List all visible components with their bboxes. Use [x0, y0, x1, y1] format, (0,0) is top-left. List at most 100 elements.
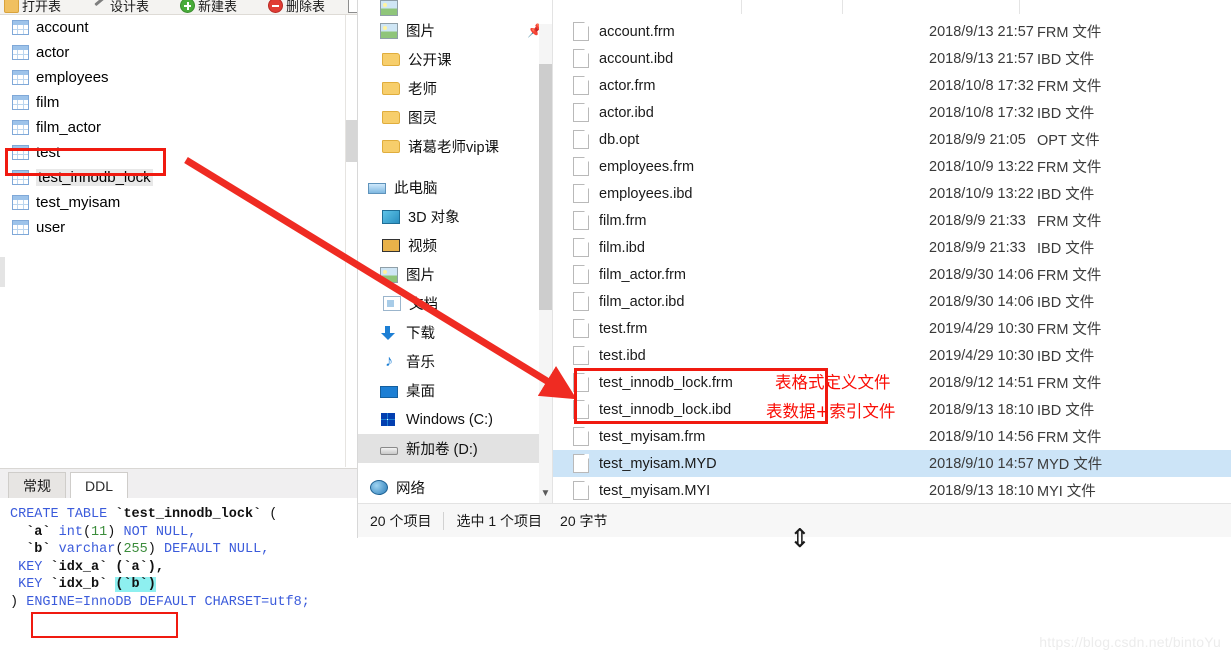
file-list[interactable]: account.frm 2018/9/13 21:57 FRM 文件 accou…: [553, 0, 1231, 503]
nav-item-folder-vipke[interactable]: 诸葛老师vip课: [358, 132, 553, 161]
table-list-item[interactable]: test: [0, 140, 345, 165]
file-name: test_myisam.MYI: [599, 482, 711, 499]
nav-item-label: 图灵: [408, 111, 437, 127]
nav-item-videos[interactable]: 视频: [358, 231, 553, 260]
nav-item-pictures-quickaccess[interactable]: 图片 📌: [358, 16, 553, 45]
file-row[interactable]: film.ibd 2018/9/9 21:33 IBD 文件: [553, 234, 1231, 261]
toolbar-new-table-label: 新建表: [198, 0, 238, 14]
file-type: MYI 文件: [1037, 484, 1096, 500]
navicat-table-list[interactable]: account actor employees film film_actor …: [0, 15, 346, 467]
file-row[interactable]: actor.ibd 2018/10/8 17:32 IBD 文件: [553, 99, 1231, 126]
remove-circle-icon: [268, 0, 283, 13]
tab-general-label: 常规: [23, 478, 51, 494]
table-name: employees: [36, 69, 109, 86]
nav-item-desktop[interactable]: 桌面: [358, 376, 553, 405]
music-icon: ♪: [385, 352, 393, 370]
file-row[interactable]: film.frm 2018/9/9 21:33 FRM 文件: [553, 207, 1231, 234]
file-name: film.ibd: [599, 239, 645, 256]
nav-item-music[interactable]: ♪ 音乐: [358, 347, 553, 376]
file-type: FRM 文件: [1037, 160, 1102, 176]
file-row[interactable]: db.opt 2018/9/9 21:05 OPT 文件: [553, 126, 1231, 153]
toolbar-new-table-button[interactable]: 新建表: [180, 0, 238, 14]
nav-item-network[interactable]: 网络: [358, 473, 553, 502]
file-type: IBD 文件: [1037, 241, 1095, 257]
scrollbar-thumb[interactable]: [539, 64, 552, 310]
file-row[interactable]: film_actor.frm 2018/9/30 14:06 FRM 文件: [553, 261, 1231, 288]
tab-ddl[interactable]: DDL: [70, 472, 129, 499]
file-name: film.frm: [599, 212, 647, 229]
toolbar-open-table-button[interactable]: 打开表: [4, 0, 61, 14]
file-date: 2018/9/13 18:10: [929, 482, 1034, 499]
windows-drive-icon: [380, 412, 398, 427]
file-icon: [573, 76, 589, 95]
toolbar-copy-button[interactable]: [348, 0, 358, 14]
file-row[interactable]: employees.frm 2018/10/9 13:22 FRM 文件: [553, 153, 1231, 180]
toolbar-delete-table-button[interactable]: 删除表: [268, 0, 325, 14]
nav-item-folder-gongkaike[interactable]: 公开课: [358, 45, 553, 74]
file-type: FRM 文件: [1037, 268, 1102, 284]
file-row-test-innodb-lock-frm[interactable]: test_innodb_lock.frm 2018/9/12 14:51 FRM…: [553, 369, 1231, 396]
toolbar-design-table-button[interactable]: 设计表: [92, 0, 149, 14]
nav-item-new-volume-d[interactable]: 新加卷 (D:): [358, 434, 553, 463]
file-name: film_actor.ibd: [599, 293, 685, 310]
file-date: 2018/9/9 21:33: [929, 239, 1026, 256]
file-icon: [573, 373, 589, 392]
file-row[interactable]: film_actor.ibd 2018/9/30 14:06 IBD 文件: [553, 288, 1231, 315]
table-list-item[interactable]: film_actor: [0, 115, 345, 140]
picture-icon: [380, 22, 398, 39]
panel-resize-grip[interactable]: [0, 257, 5, 287]
file-icon: [573, 481, 589, 500]
nav-item-documents[interactable]: 文档: [358, 289, 553, 318]
table-list-item[interactable]: account: [0, 15, 345, 40]
scrollbar-thumb[interactable]: [346, 120, 358, 162]
ddl-table-name: `test_innodb_lock`: [115, 507, 262, 522]
table-list-item[interactable]: actor: [0, 40, 345, 65]
nav-item-this-pc[interactable]: 此电脑: [358, 173, 553, 202]
file-type: MYD 文件: [1037, 457, 1103, 473]
file-row[interactable]: account.frm 2018/9/13 21:57 FRM 文件: [553, 18, 1231, 45]
ddl-table-keyword: TABLE: [66, 507, 108, 522]
navicat-vertical-scrollbar[interactable]: [346, 15, 358, 467]
file-row-selected[interactable]: test_myisam.MYD 2018/9/10 14:57 MYD 文件: [553, 450, 1231, 477]
nav-item-windows-c[interactable]: Windows (C:): [358, 405, 553, 434]
table-list-item[interactable]: employees: [0, 65, 345, 90]
file-row[interactable]: test.ibd 2019/4/29 10:30 IBD 文件: [553, 342, 1231, 369]
file-name: film_actor.frm: [599, 266, 687, 283]
table-list-item-selected[interactable]: test_innodb_lock: [0, 165, 345, 190]
file-row[interactable]: test_myisam.frm 2018/9/10 14:56 FRM 文件: [553, 423, 1231, 450]
table-list-item[interactable]: test_myisam: [0, 190, 345, 215]
nav-item-folder-tuling[interactable]: 图灵: [358, 103, 553, 132]
ddl-col-a-size: 11: [91, 524, 108, 540]
pictures-icon: [380, 266, 398, 283]
tab-general[interactable]: 常规: [8, 472, 66, 499]
ddl-code-view[interactable]: CREATE TABLE `test_innodb_lock` ( `a` in…: [0, 498, 358, 660]
table-icon: [12, 20, 29, 35]
file-row[interactable]: test_myisam.MYI 2018/9/13 18:10 MYI 文件: [553, 477, 1231, 504]
nav-item-pictures[interactable]: 图片: [358, 260, 553, 289]
file-name: employees.frm: [599, 158, 695, 175]
nav-item-label: 视频: [408, 239, 437, 255]
table-list-item[interactable]: user: [0, 215, 345, 240]
pin-icon[interactable]: 📌: [527, 24, 543, 37]
status-selection: 选中 1 个项目: [456, 512, 543, 529]
file-row[interactable]: actor.frm 2018/10/8 17:32 FRM 文件: [553, 72, 1231, 99]
nav-item-label: 诸葛老师vip课: [408, 140, 500, 156]
file-name: db.opt: [599, 131, 640, 148]
nav-item-label: 3D 对象: [408, 210, 460, 226]
file-icon: [573, 211, 589, 230]
nav-item-partial[interactable]: [358, 0, 553, 16]
ddl-close-paren: ): [10, 594, 19, 610]
file-row[interactable]: account.ibd 2018/9/13 21:57 IBD 文件: [553, 45, 1231, 72]
nav-item-folder-laoshi[interactable]: 老师: [358, 74, 553, 103]
nav-pane-scrollbar[interactable]: ▼: [539, 24, 552, 503]
nav-item-downloads[interactable]: 下载: [358, 318, 553, 347]
file-date: 2018/9/12 14:51: [929, 374, 1034, 391]
file-explorer-window: 图片 📌 公开课 老师 图灵 诸葛老师vip课 此电脑 3D 对象 视频 图片 …: [358, 0, 1231, 537]
table-list-item[interactable]: film: [0, 90, 345, 115]
file-row[interactable]: test.frm 2019/4/29 10:30 FRM 文件: [553, 315, 1231, 342]
nav-item-label: 下载: [406, 326, 435, 342]
chevron-down-icon[interactable]: ▼: [539, 483, 552, 503]
explorer-navigation-pane[interactable]: 图片 📌 公开课 老师 图灵 诸葛老师vip课 此电脑 3D 对象 视频 图片 …: [358, 0, 553, 503]
nav-item-3d-objects[interactable]: 3D 对象: [358, 202, 553, 231]
file-row[interactable]: employees.ibd 2018/10/9 13:22 IBD 文件: [553, 180, 1231, 207]
